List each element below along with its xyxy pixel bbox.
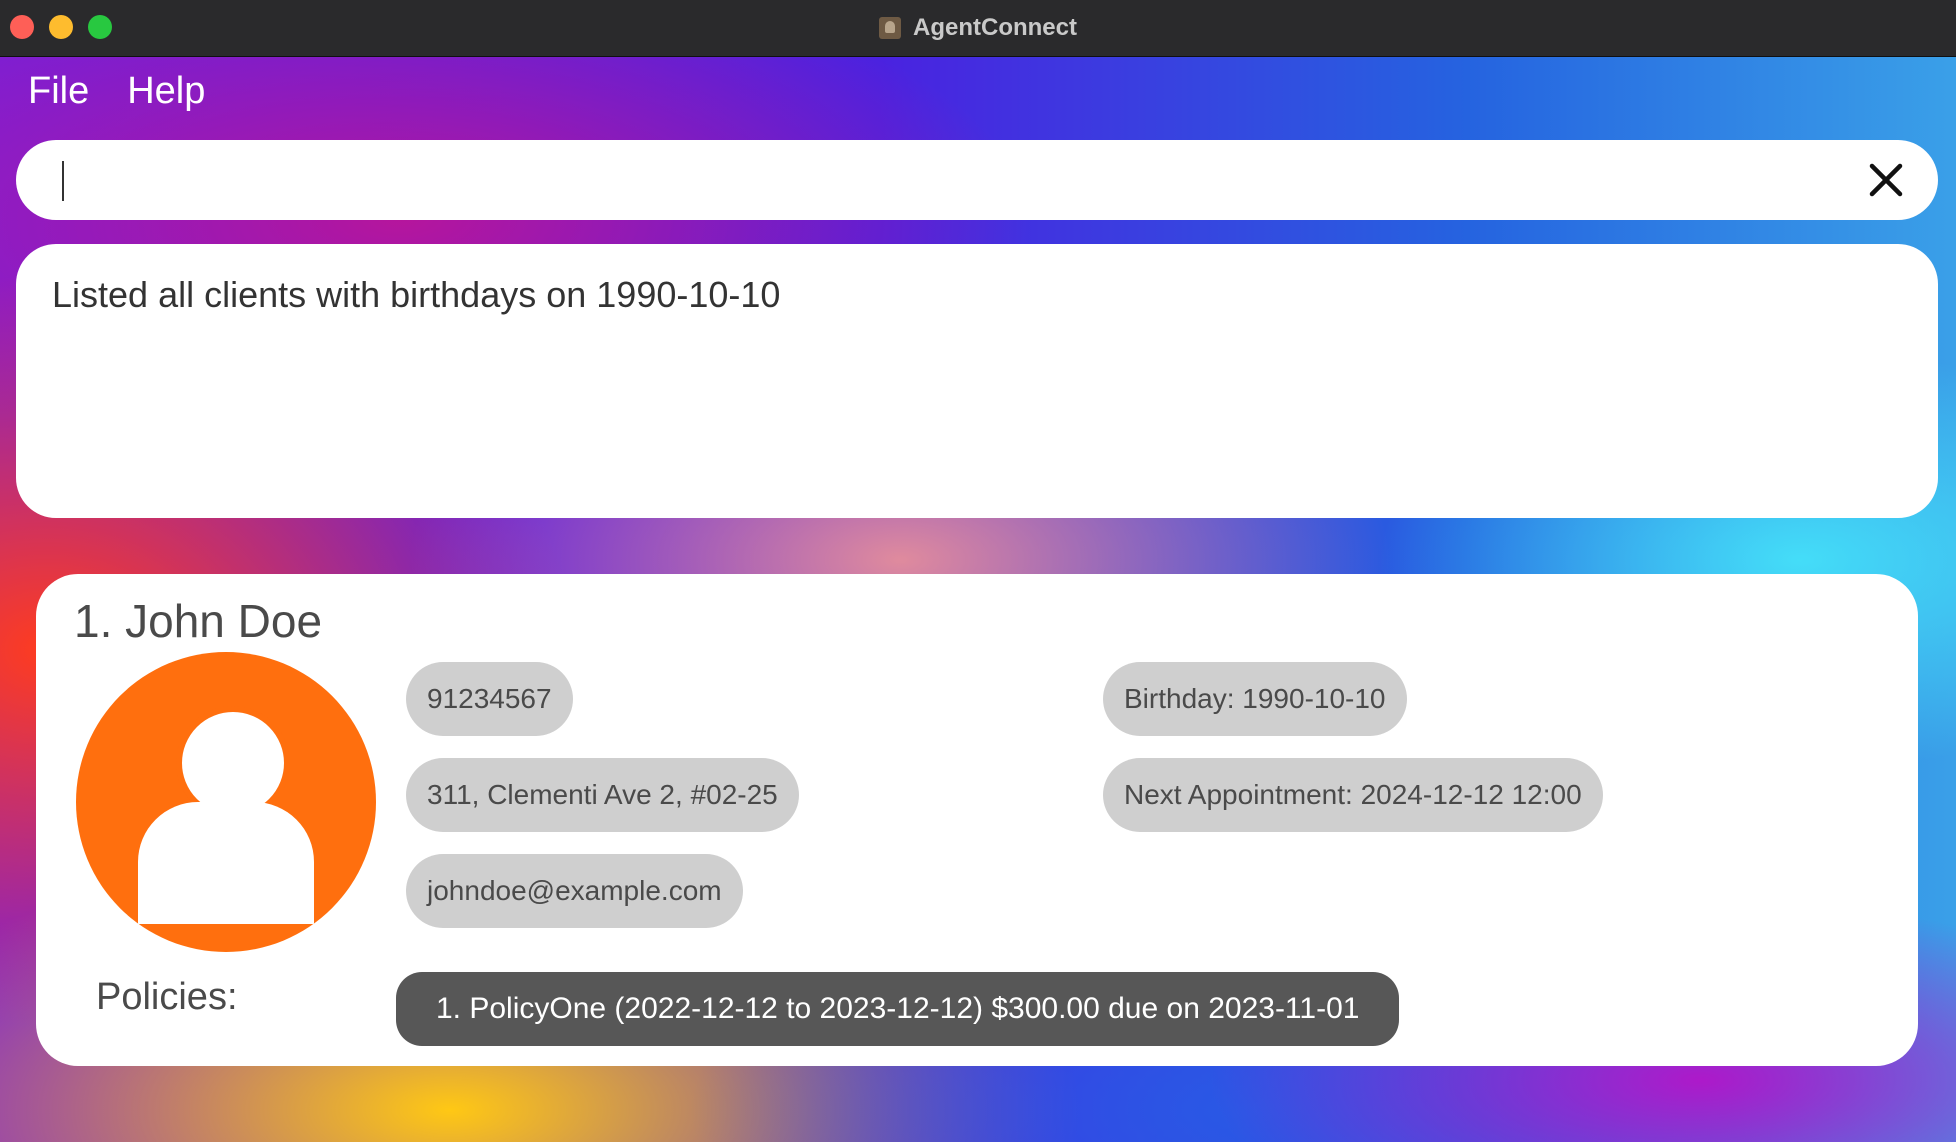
window-title: AgentConnect [913, 14, 1077, 41]
client-card[interactable]: 1. John Doe 91234567 311, Clementi Ave 2… [36, 574, 1918, 1066]
phone-chip: 91234567 [406, 662, 573, 736]
command-input[interactable] [46, 150, 1870, 212]
email-chip: johndoe@example.com [406, 854, 743, 928]
window-titlebar: AgentConnect [0, 0, 1956, 57]
result-message: Listed all clients with birthdays on 199… [52, 274, 781, 315]
address-chip: 311, Clementi Ave 2, #02-25 [406, 758, 799, 832]
avatar-body [138, 802, 314, 924]
menu-file[interactable]: File [28, 70, 89, 113]
birthday-chip: Birthday: 1990-10-10 [1103, 662, 1407, 736]
menu-bar: File Help [28, 70, 205, 113]
policy-item: 1. PolicyOne (2022-12-12 to 2023-12-12) … [396, 972, 1400, 1046]
close-icon[interactable] [1868, 162, 1904, 198]
window-title-area: AgentConnect [0, 0, 1956, 56]
client-name: 1. John Doe [74, 595, 323, 647]
command-box [16, 140, 1938, 220]
text-cursor [62, 161, 64, 201]
policies-label: Policies: [96, 976, 238, 1018]
app-icon [879, 17, 901, 39]
result-display: Listed all clients with birthdays on 199… [16, 244, 1938, 518]
menu-help[interactable]: Help [127, 70, 205, 113]
appointment-chip: Next Appointment: 2024-12-12 12:00 [1103, 758, 1603, 832]
person-icon [76, 652, 376, 952]
